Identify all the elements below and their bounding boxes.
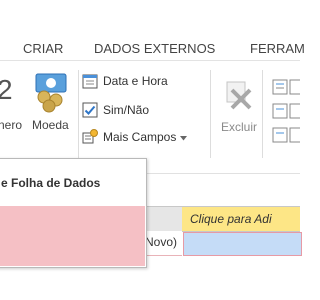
data-hora-button[interactable]: Data e Hora [82, 72, 168, 90]
datasheet-empty-area [0, 267, 300, 300]
dropdown-title: e Folha de Dados [1, 176, 101, 190]
tab-dados-externos[interactable]: DADOS EXTERNOS [94, 41, 215, 56]
numero-button-label[interactable]: nero [0, 118, 22, 132]
checkbox-icon [82, 102, 99, 118]
new-record-add-cell[interactable] [183, 232, 302, 256]
currency-icon[interactable] [35, 73, 69, 118]
ribbon-top-border [0, 60, 300, 61]
tab-ferramentas[interactable]: FERRAM [250, 41, 305, 56]
ribbon-separator [210, 70, 211, 158]
delete-icon[interactable] [224, 80, 252, 117]
column-header-add-field[interactable]: Clique para Adi [182, 206, 300, 232]
column-header-field[interactable] [145, 206, 184, 232]
mais-campos-label: Mais Campos [103, 130, 177, 144]
new-record-cell[interactable]: (Novo) [141, 231, 182, 256]
calendar-icon [82, 73, 99, 89]
chevron-down-icon [180, 130, 188, 144]
ribbon-tabs: CRIAR DADOS EXTERNOS FERRAM [0, 0, 305, 60]
data-hora-label: Data e Hora [103, 74, 168, 88]
ribbon-separator [262, 70, 263, 158]
excluir-button-label[interactable]: Excluir [221, 120, 257, 134]
numero-icon[interactable]: 2 [0, 74, 13, 106]
tab-criar[interactable]: CRIAR [23, 41, 63, 56]
dropdown-selected-item[interactable] [0, 206, 145, 266]
sim-nao-label: Sim/Não [103, 103, 150, 117]
ribbon-separator [78, 70, 79, 158]
add-field-label: Clique para Adi [190, 212, 272, 226]
field-properties-icon[interactable] [272, 78, 303, 163]
moeda-button-label[interactable]: Moeda [32, 118, 69, 132]
mais-campos-button[interactable]: Mais Campos [82, 128, 188, 146]
ribbon-dropdown-menu: e Folha de Dados [0, 158, 147, 268]
sim-nao-button[interactable]: Sim/Não [82, 101, 149, 119]
fields-icon [82, 129, 99, 145]
